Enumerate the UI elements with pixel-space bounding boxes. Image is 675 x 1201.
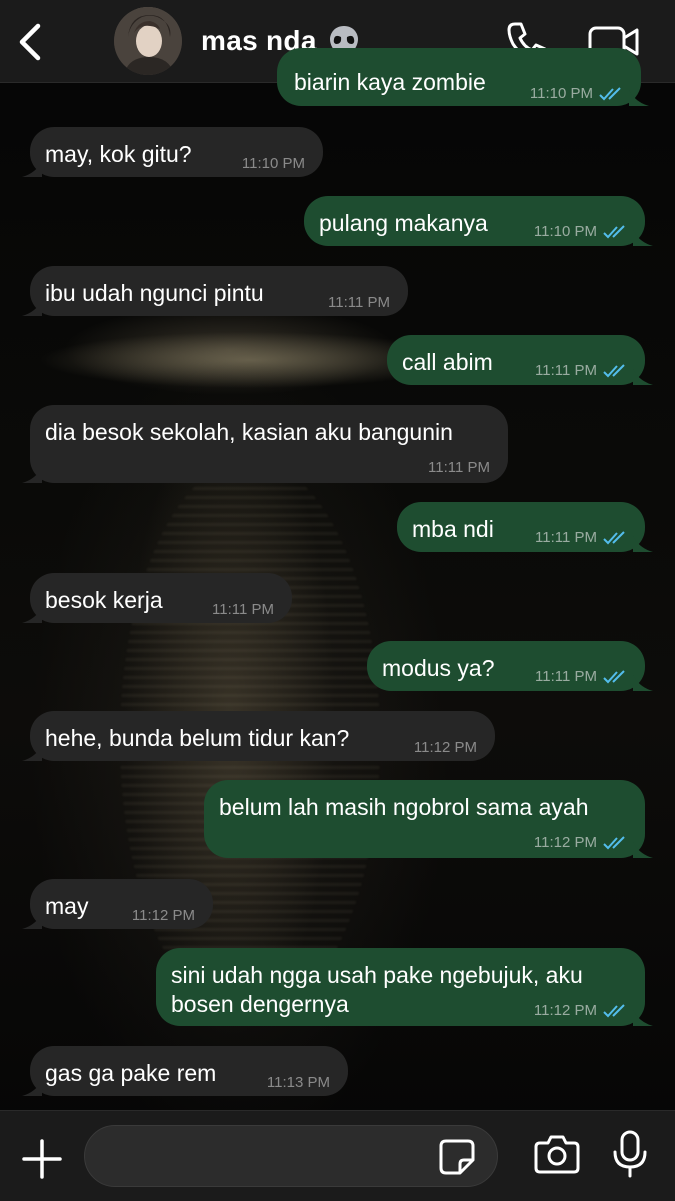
bubble-tail bbox=[633, 675, 653, 691]
bubble-tail bbox=[22, 300, 42, 316]
message-outgoing[interactable]: mba ndi 11:11 PM bbox=[397, 502, 653, 552]
message-time: 11:12 PM bbox=[131, 907, 195, 924]
bubble-tail bbox=[22, 607, 42, 623]
message-time: 11:11 PM bbox=[535, 362, 597, 379]
message-time: 11:11 PM bbox=[535, 668, 597, 685]
message-incoming[interactable]: dia besok sekolah, kasian aku bangunin 1… bbox=[22, 405, 508, 483]
message-input-container[interactable] bbox=[84, 1125, 498, 1187]
read-receipt-icon bbox=[603, 669, 625, 683]
plus-icon bbox=[22, 1139, 62, 1179]
message-text: may bbox=[45, 893, 89, 919]
message-meta: 11:11 PM bbox=[535, 662, 627, 691]
contact-avatar[interactable] bbox=[114, 7, 182, 75]
message-outgoing[interactable]: pulang makanya 11:10 PM bbox=[304, 196, 653, 246]
message-incoming[interactable]: may, kok gitu? 11:10 PM bbox=[22, 127, 323, 177]
microphone-button[interactable] bbox=[612, 1130, 648, 1178]
microphone-icon bbox=[613, 1130, 647, 1178]
message-incoming[interactable]: gas ga pake rem 11:13 PM bbox=[22, 1046, 348, 1096]
camera-button[interactable] bbox=[534, 1134, 580, 1174]
message-time: 11:11 PM bbox=[535, 529, 597, 546]
bubble-tail bbox=[22, 1080, 42, 1096]
message-meta: 11:11 PM bbox=[535, 356, 627, 385]
message-meta: 11:11 PM bbox=[535, 523, 627, 552]
message-time: 11:12 PM bbox=[413, 739, 477, 756]
bubble-tail bbox=[633, 842, 653, 858]
message-text: modus ya? bbox=[382, 655, 495, 681]
message-text: gas ga pake rem bbox=[45, 1060, 217, 1086]
message-time: 11:12 PM bbox=[533, 834, 597, 851]
bubble-tail bbox=[633, 369, 653, 385]
bubble-tail bbox=[22, 913, 42, 929]
message-time: 11:10 PM bbox=[533, 223, 597, 240]
message-text: hehe, bunda belum tidur kan? bbox=[45, 725, 350, 751]
message-meta: 11:10 PM bbox=[534, 217, 627, 246]
message-incoming[interactable]: ibu udah ngunci pintu 11:11 PM bbox=[22, 266, 408, 316]
message-text: ibu udah ngunci pintu bbox=[45, 280, 264, 306]
bubble-tail bbox=[629, 90, 649, 106]
message-outgoing[interactable]: call abim 11:11 PM bbox=[387, 335, 653, 385]
message-text: biarin kaya zombie bbox=[294, 69, 486, 95]
attach-button[interactable] bbox=[20, 1137, 64, 1181]
sticker-icon bbox=[439, 1139, 475, 1175]
message-text: mba ndi bbox=[412, 516, 494, 542]
bubble-tail bbox=[633, 230, 653, 246]
message-time: 11:12 PM bbox=[533, 1002, 597, 1019]
chevron-left-icon bbox=[19, 23, 41, 61]
message-outgoing[interactable]: sini udah ngga usah pake ngebujuk, aku b… bbox=[156, 948, 653, 1026]
message-text: dia besok sekolah, kasian aku bangunin bbox=[45, 419, 453, 445]
message-meta: 11:10 PM bbox=[530, 79, 623, 108]
message-text: may, kok gitu? bbox=[45, 141, 192, 167]
bubble-tail bbox=[22, 161, 42, 177]
message-time: 11:10 PM bbox=[241, 155, 305, 172]
message-time: 11:13 PM bbox=[266, 1074, 330, 1091]
read-receipt-icon bbox=[599, 86, 621, 100]
bubble-tail bbox=[633, 1010, 653, 1026]
read-receipt-icon bbox=[603, 224, 625, 238]
message-time: 11:11 PM bbox=[428, 459, 490, 476]
camera-icon bbox=[534, 1135, 580, 1174]
message-meta: 11:12 PM bbox=[534, 996, 627, 1025]
bubble-tail bbox=[633, 536, 653, 552]
message-text: belum lah masih ngobrol sama ayah bbox=[219, 794, 589, 820]
read-receipt-icon bbox=[603, 530, 625, 544]
message-outgoing[interactable]: modus ya? 11:11 PM bbox=[367, 641, 653, 691]
message-outgoing[interactable]: belum lah masih ngobrol sama ayah 11:12 … bbox=[204, 780, 653, 858]
bubble-tail bbox=[22, 745, 42, 761]
message-time: 11:11 PM bbox=[212, 601, 274, 618]
message-incoming[interactable]: may 11:12 PM bbox=[22, 879, 213, 929]
message-text: pulang makanya bbox=[319, 210, 488, 236]
message-incoming[interactable]: hehe, bunda belum tidur kan? 11:12 PM bbox=[22, 711, 495, 761]
message-time: 11:10 PM bbox=[529, 85, 593, 102]
back-button[interactable] bbox=[14, 22, 50, 62]
message-incoming[interactable]: besok kerja 11:11 PM bbox=[22, 573, 292, 623]
read-receipt-icon bbox=[603, 363, 625, 377]
message-time: 11:11 PM bbox=[328, 294, 390, 311]
read-receipt-icon bbox=[603, 1003, 625, 1017]
message-text: call abim bbox=[402, 349, 493, 375]
read-receipt-icon bbox=[603, 835, 625, 849]
sticker-button[interactable] bbox=[438, 1138, 476, 1176]
message-meta: 11:12 PM bbox=[534, 828, 627, 857]
avatar-photo bbox=[114, 7, 182, 75]
bubble-tail bbox=[22, 467, 42, 483]
message-input[interactable] bbox=[105, 1136, 429, 1178]
message-text: besok kerja bbox=[45, 587, 163, 613]
message-outgoing[interactable]: biarin kaya zombie 11:10 PM bbox=[277, 48, 649, 108]
